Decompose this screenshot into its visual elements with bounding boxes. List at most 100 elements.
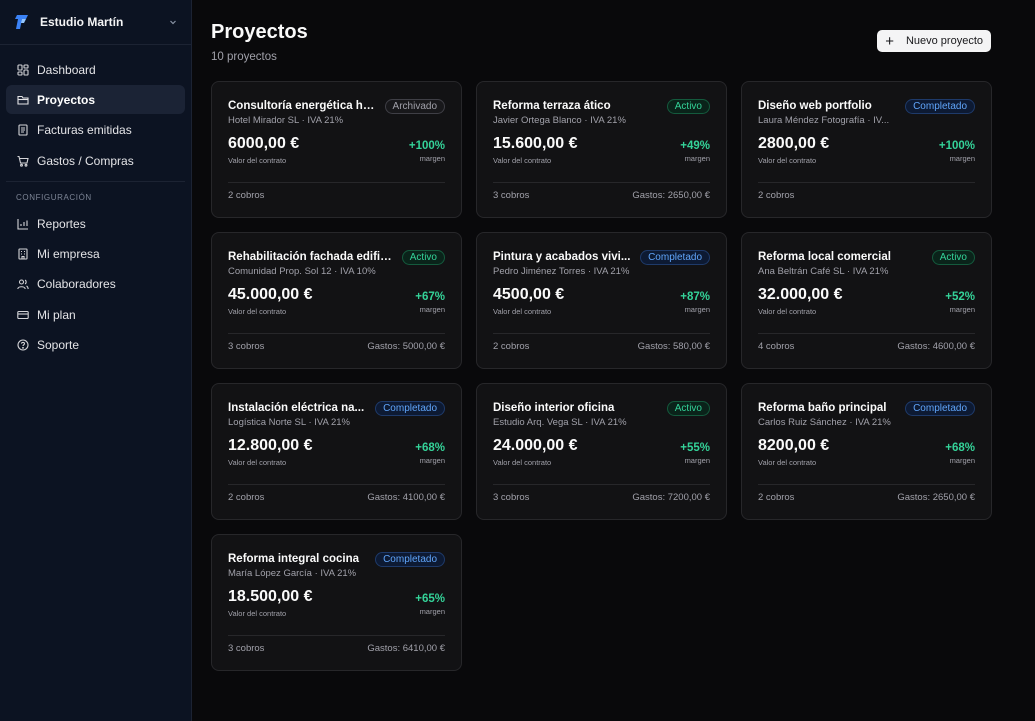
cobros-count: 3 cobros [493, 492, 530, 503]
margin-label: margen [684, 305, 710, 314]
margin-value: +52% [945, 291, 975, 303]
contract-amount-label: Valor del contrato [758, 307, 817, 316]
contract-amount: 45.000,00 € [228, 286, 313, 303]
plus-icon: + [885, 32, 894, 50]
contract-amount-label: Valor del contrato [493, 307, 552, 316]
contract-amount-label: Valor del contrato [493, 458, 552, 467]
project-card[interactable]: Reforma integral cocina Completado María… [211, 534, 462, 671]
card-footer: 2 cobros Gastos: 2650,00 € [758, 484, 975, 503]
project-title: Diseño interior oficina [493, 402, 615, 414]
project-card[interactable]: Diseño web portfolio Completado Laura Mé… [741, 81, 992, 218]
status-badge: Completado [375, 551, 445, 567]
contract-amount: 18.500,00 € [228, 588, 313, 605]
contract-amount-label: Valor del contrato [228, 458, 287, 467]
sidebar-item-mi-empresa[interactable]: Mi empresa [6, 240, 185, 269]
margin-value: +55% [680, 442, 710, 454]
card-footer: 4 cobros Gastos: 4600,00 € [758, 333, 975, 352]
cobros-count: 3 cobros [493, 190, 530, 201]
help-icon [16, 339, 29, 352]
project-client: Javier Ortega Blanco · IVA 21% [493, 115, 626, 126]
cobros-count: 2 cobros [228, 190, 265, 201]
status-badge: Completado [375, 400, 445, 416]
invoice-icon [16, 124, 29, 137]
project-client: Comunidad Prop. Sol 12 · IVA 10% [228, 266, 376, 277]
gastos-total: Gastos: 7200,00 € [632, 492, 710, 503]
project-title: Reforma terraza ático [493, 100, 611, 112]
margin-label: margen [419, 154, 445, 163]
card-footer: 3 cobros Gastos: 2650,00 € [493, 182, 710, 201]
cobros-count: 2 cobros [228, 492, 265, 503]
page-title: Proyectos [211, 21, 308, 43]
brand-logo-icon [14, 13, 30, 31]
margin-value: +68% [945, 442, 975, 454]
margin-value: +68% [415, 442, 445, 454]
gastos-total: Gastos: 2650,00 € [632, 190, 710, 201]
chevron-down-icon[interactable] [167, 16, 179, 28]
sidebar-item-proyectos[interactable]: Proyectos [6, 85, 185, 115]
sidebar-item-gastos[interactable]: Gastos / Compras [6, 146, 185, 175]
sidebar-item-label: Mi empresa [37, 247, 100, 262]
sidebar-item-label: Facturas emitidas [37, 123, 132, 138]
workspace-switcher[interactable]: Estudio Martín [0, 0, 191, 45]
gastos-total: Gastos: 4600,00 € [897, 341, 975, 352]
project-client: Logística Norte SL · IVA 21% [228, 417, 350, 428]
sidebar-item-dashboard[interactable]: Dashboard [6, 55, 185, 84]
sidebar-item-colaboradores[interactable]: Colaboradores [6, 270, 185, 299]
margin-value: +65% [415, 593, 445, 605]
new-project-label: Nuevo proyecto [905, 35, 983, 47]
card-footer: 3 cobros Gastos: 7200,00 € [493, 484, 710, 503]
new-project-button[interactable]: + Nuevo proyecto [877, 30, 991, 52]
card-footer: 3 cobros Gastos: 5000,00 € [228, 333, 445, 352]
card-footer: 2 cobros Gastos: 580,00 € [493, 333, 710, 352]
status-badge: Activo [666, 400, 710, 416]
margin-value: +87% [680, 291, 710, 303]
project-client: Carlos Ruiz Sánchez · IVA 21% [758, 417, 891, 428]
chart-icon [16, 217, 29, 230]
project-card[interactable]: Consultoría energética ho... Archivado H… [211, 81, 462, 218]
sidebar-item-soporte[interactable]: Soporte [6, 331, 185, 360]
status-badge: Completado [905, 98, 975, 114]
project-card[interactable]: Reforma local comercial Activo Ana Beltr… [741, 232, 992, 369]
margin-label: margen [419, 607, 445, 616]
project-card[interactable]: Reforma terraza ático Activo Javier Orte… [476, 81, 727, 218]
contract-amount: 24.000,00 € [493, 437, 578, 454]
project-card[interactable]: Rehabilitación fachada edific... Activo … [211, 232, 462, 369]
contract-amount: 6000,00 € [228, 135, 300, 152]
sidebar-item-label: Reportes [37, 216, 86, 231]
gastos-total: Gastos: 4100,00 € [367, 492, 445, 503]
project-title: Consultoría energética ho... [228, 100, 380, 112]
project-client: Pedro Jiménez Torres · IVA 21% [493, 266, 630, 277]
contract-amount-label: Valor del contrato [228, 156, 287, 165]
margin-label: margen [949, 456, 975, 465]
contract-amount-label: Valor del contrato [758, 458, 817, 467]
contract-amount-label: Valor del contrato [228, 609, 287, 618]
sidebar-item-mi-plan[interactable]: Mi plan [6, 300, 185, 329]
cart-icon [16, 154, 29, 167]
project-client: Hotel Mirador SL · IVA 21% [228, 115, 344, 126]
gastos-total: Gastos: 580,00 € [637, 341, 710, 352]
margin-value: +49% [680, 140, 710, 152]
project-client: Estudio Arq. Vega SL · IVA 21% [493, 417, 627, 428]
margin-value: +100% [408, 140, 445, 152]
project-client: María López García · IVA 21% [228, 568, 357, 579]
project-client: Ana Beltrán Café SL · IVA 21% [758, 266, 889, 277]
project-card[interactable]: Pintura y acabados vivi... Completado Pe… [476, 232, 727, 369]
sidebar: Estudio Martín Dashboard Proyectos Factu… [0, 0, 192, 721]
contract-amount: 8200,00 € [758, 437, 830, 454]
sidebar-item-reportes[interactable]: Reportes [6, 209, 185, 238]
contract-amount: 12.800,00 € [228, 437, 313, 454]
project-title: Reforma local comercial [758, 251, 891, 263]
contract-amount-label: Valor del contrato [493, 156, 552, 165]
project-card[interactable]: Instalación eléctrica na... Completado L… [211, 383, 462, 520]
project-card[interactable]: Diseño interior oficina Activo Estudio A… [476, 383, 727, 520]
sidebar-nav: Dashboard Proyectos Facturas emitidas Ga… [0, 45, 191, 360]
sidebar-item-facturas[interactable]: Facturas emitidas [6, 116, 185, 145]
sidebar-item-label: Soporte [37, 338, 80, 353]
sidebar-item-label: Colaboradores [37, 277, 116, 292]
card-footer: 2 cobros [228, 182, 445, 201]
margin-label: margen [949, 154, 975, 163]
card-footer: 2 cobros Gastos: 4100,00 € [228, 484, 445, 503]
building-icon [16, 248, 29, 261]
project-card[interactable]: Reforma baño principal Completado Carlos… [741, 383, 992, 520]
sidebar-item-label: Mi plan [37, 307, 76, 322]
